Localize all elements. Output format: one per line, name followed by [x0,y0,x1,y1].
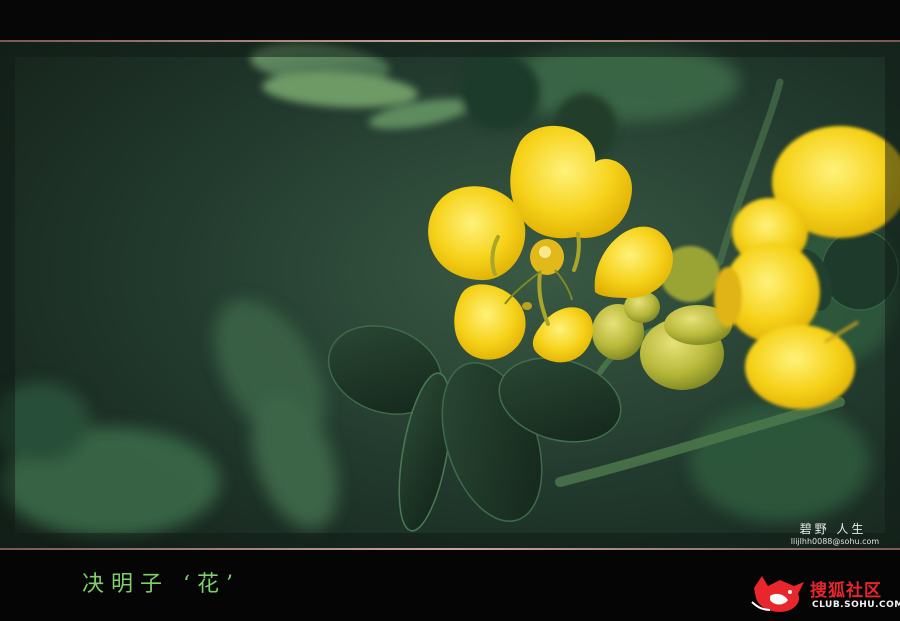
logo-domain-text: CLUB.SOHU.COM [812,600,900,610]
photographer-email: llijlhh0088@sohu.com [790,537,880,546]
photo-caption: 决明子 ‘花’ [82,572,240,597]
top-black-band [0,0,900,40]
logo-brand-text: 搜狐社区 [810,581,882,601]
fox-icon [751,576,804,612]
flower-photo [0,42,900,548]
photographer-signature: 碧野 人生 [799,522,867,536]
sohu-club-logo[interactable]: 搜狐社区 CLUB.SOHU.COM [750,570,900,616]
